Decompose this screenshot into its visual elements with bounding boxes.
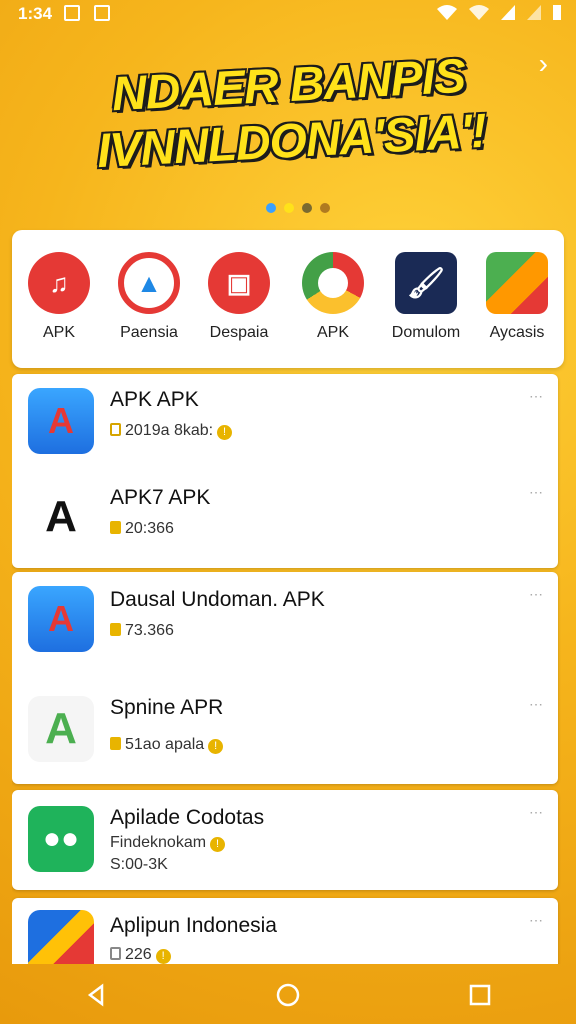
category-item[interactable]: Aycasis: [472, 252, 562, 342]
category-item[interactable]: ♫ APK: [14, 252, 104, 342]
category-item[interactable]: APK: [288, 252, 378, 342]
list-item[interactable]: A Spnine APR 51ao apala! ⋯: [12, 682, 558, 782]
category-item[interactable]: ▲ Paensia: [104, 252, 194, 342]
category-item[interactable]: 🖌 Domulom: [381, 252, 471, 342]
recents-icon[interactable]: [467, 982, 493, 1008]
status-icons: [436, 3, 562, 21]
banner-title[interactable]: NDAER BANPIS IVNNLDONA'SIA'!: [52, 46, 527, 182]
chat-bubble-icon: ●●: [28, 806, 94, 872]
carousel-dot[interactable]: [266, 203, 276, 213]
category-label: Despaia: [209, 324, 269, 341]
app-icon: [94, 5, 110, 21]
list-item[interactable]: A APK APK 2019a 8kab:! ⋯: [12, 374, 558, 470]
play-store-icon: [486, 252, 548, 314]
paintbrush-icon: 🖌: [395, 252, 457, 314]
music-note-icon: ♫: [28, 252, 90, 314]
carousel-dot[interactable]: [320, 203, 330, 213]
a-black-logo-icon: A: [28, 484, 94, 550]
carousel-indicator: [266, 203, 330, 213]
app-list-group: A Dausal Undoman. APK 73.366 ⋯ A Spnine …: [12, 572, 558, 784]
list-item[interactable]: A Dausal Undoman. APK 73.366 ⋯: [12, 572, 558, 672]
app-meta: 51ao apala!: [110, 736, 224, 754]
app-list-group: Aplipun Indonesia 226! ⋯: [12, 898, 558, 964]
category-item[interactable]: ▣ Despaia: [194, 252, 284, 342]
a-logo-icon: A: [28, 586, 94, 652]
app-name: Dausal Undoman. APK: [110, 588, 325, 611]
app-name: Aplipun Indonesia: [110, 914, 277, 937]
rainbow-app-icon: [28, 910, 94, 964]
app-meta: 226!: [110, 946, 171, 964]
more-options-icon[interactable]: ⋯: [529, 388, 544, 405]
navigation-bar: [0, 966, 576, 1024]
category-label: APK: [42, 324, 75, 341]
app-meta: 73.366: [110, 622, 174, 640]
category-label: Domulom: [391, 324, 461, 341]
list-item[interactable]: Aplipun Indonesia 226! ⋯: [12, 898, 558, 964]
wifi-icon: [437, 5, 457, 20]
app-meta: Findeknokam!: [110, 834, 226, 852]
more-options-icon[interactable]: ⋯: [529, 696, 544, 713]
list-item[interactable]: A APK7 APK 20:366 ⋯: [12, 470, 558, 568]
more-options-icon[interactable]: ⋯: [529, 804, 544, 821]
signal-icon: [501, 5, 515, 20]
status-time: 1:34: [18, 4, 53, 23]
triangle-arrow-icon: ▲: [118, 252, 180, 314]
status-bar: 1:34: [0, 0, 576, 28]
chevron-right-icon[interactable]: ›: [539, 48, 548, 80]
battery-icon: [553, 5, 561, 20]
a-color-logo-icon: A: [28, 696, 94, 762]
app-name: Apilade Codotas: [110, 806, 265, 829]
app-meta-secondary: S:00-3K: [110, 856, 168, 873]
more-options-icon[interactable]: ⋯: [529, 586, 544, 603]
more-options-icon[interactable]: ⋯: [529, 912, 544, 929]
category-bar: ♫ APK ▲ Paensia ▣ Despaia APK 🖌 Domulom …: [12, 230, 564, 368]
app-meta: 20:366: [110, 520, 174, 538]
grid-icon: ▣: [208, 252, 270, 314]
wifi-icon: [469, 5, 489, 20]
home-icon[interactable]: [275, 982, 301, 1008]
app-meta: 2019a 8kab:!: [110, 422, 233, 440]
back-icon[interactable]: [83, 982, 109, 1008]
notification-icon: [64, 5, 80, 21]
category-label: APK: [316, 324, 349, 341]
app-list-group: A APK APK 2019a 8kab:! ⋯ A APK7 APK 20:3…: [12, 374, 558, 568]
app-name: Spnine APR: [110, 696, 224, 719]
app-list[interactable]: A APK APK 2019a 8kab:! ⋯ A APK7 APK 20:3…: [12, 372, 564, 964]
app-name: APK7 APK: [110, 486, 211, 509]
signal-icon: [527, 5, 541, 20]
category-label: Paensia: [120, 324, 178, 341]
carousel-dot[interactable]: [302, 203, 312, 213]
category-label: Aycasis: [489, 324, 545, 341]
list-item[interactable]: ●● Apilade Codotas Findeknokam! S:00-3K …: [12, 790, 558, 890]
app-list-group: ●● Apilade Codotas Findeknokam! S:00-3K …: [12, 790, 558, 890]
carousel-dot[interactable]: [284, 203, 294, 213]
app-name: APK APK: [110, 388, 199, 411]
a-logo-icon: A: [28, 388, 94, 454]
chrome-like-icon: [302, 252, 364, 314]
more-options-icon[interactable]: ⋯: [529, 484, 544, 501]
